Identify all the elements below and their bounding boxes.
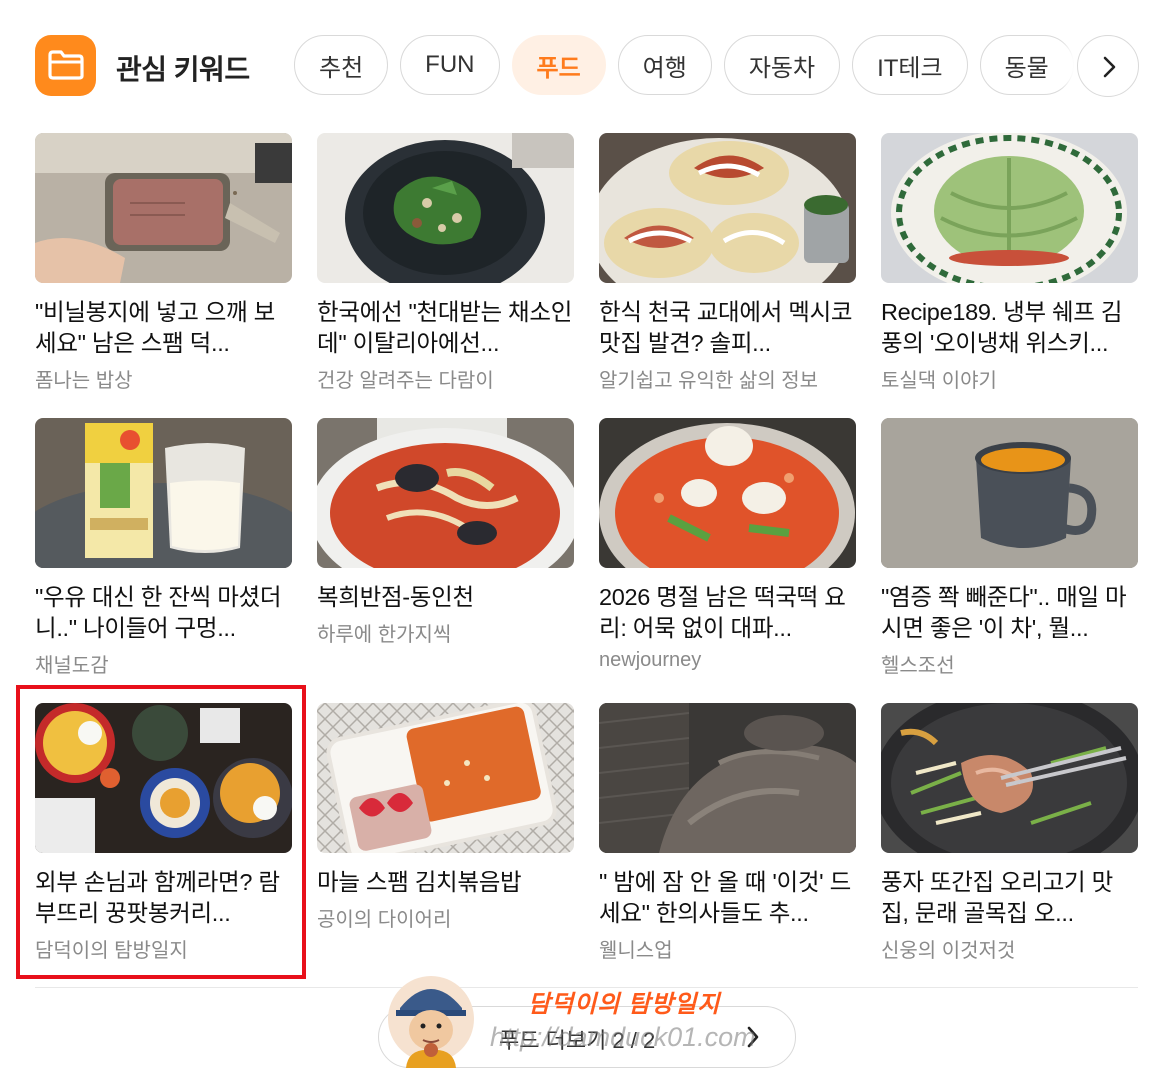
card-title[interactable]: 한식 천국 교대에서 멕시코 맛집 발견? 솔피... xyxy=(599,297,857,359)
tea-cup-photo xyxy=(881,418,1138,568)
article-card[interactable]: 마늘 스팸 김치볶음밥 공이의 다이어리 xyxy=(317,703,575,963)
card-title[interactable]: 마늘 스팸 김치볶음밥 xyxy=(317,867,575,898)
card-source: 신웅의 이것저것 xyxy=(881,940,1016,962)
chip-next-button[interactable] xyxy=(1077,35,1139,97)
article-card[interactable]: 복희반점-동인천 하루에 한가지씩 xyxy=(317,418,575,678)
tacos-photo xyxy=(599,133,856,283)
chip-car[interactable]: 자동차 xyxy=(723,35,841,95)
chip-fun[interactable]: FUN xyxy=(400,35,500,95)
tteokbokki-photo xyxy=(599,418,856,568)
article-card[interactable]: " 밤에 잠 안 올 때 '이것' 드세요" 한의사들도 추... 웰니스업 xyxy=(599,703,857,963)
chip-food[interactable]: 푸드 xyxy=(511,35,606,95)
card-title[interactable]: " 밤에 잠 안 올 때 '이것' 드세요" 한의사들도 추... xyxy=(599,867,857,929)
card-source: 공이의 다이어리 xyxy=(317,909,452,931)
card-title[interactable]: Recipe189. 냉부 쉐프 김풍의 '오이냉채 위스키... xyxy=(881,297,1139,359)
chevron-right-icon xyxy=(1103,56,1116,78)
chip-recommend[interactable]: 추천 xyxy=(294,35,389,95)
card-title[interactable]: 한국에선 "천대받는 채소인데" 이탈리아에선... xyxy=(317,297,575,359)
card-source: 웰니스업 xyxy=(599,940,673,962)
chip-animal[interactable]: 동물 xyxy=(979,35,1074,95)
canned-meat-photo xyxy=(35,133,292,283)
card-title[interactable]: 복희반점-동인천 xyxy=(317,582,575,613)
article-card[interactable]: 한식 천국 교대에서 멕시코 맛집 발견? 솔피... 알기쉽고 유익한 삶의 … xyxy=(599,133,857,393)
article-card[interactable]: 한국에선 "천대받는 채소인데" 이탈리아에선... 건강 알려주는 다람이 xyxy=(317,133,575,393)
category-chips: 추천 FUN 푸드 여행 자동차 IT테크 동물 xyxy=(294,35,1074,97)
article-card[interactable]: Recipe189. 냉부 쉐프 김풍의 '오이냉채 위스키... 토실댁 이야… xyxy=(881,133,1139,393)
card-source: 헬스조선 xyxy=(881,655,955,677)
article-card[interactable]: "비닐봉지에 넣고 으깨 보세요" 남은 스팸 덕... 폼나는 밥상 xyxy=(35,133,293,393)
bed-blanket-photo xyxy=(599,703,856,853)
card-source: 폼나는 밥상 xyxy=(35,370,133,392)
cucumber-dome-photo xyxy=(881,133,1138,283)
chip-travel[interactable]: 여행 xyxy=(617,35,712,95)
card-source: 하루에 한가지씩 xyxy=(317,624,452,646)
watermark-title: 담덕이의 탐방일지 xyxy=(528,991,721,1018)
highlight-box xyxy=(16,685,306,979)
article-card[interactable]: 2026 명절 남은 떡국떡 요리: 어묵 없이 대파... newjourne… xyxy=(599,418,857,678)
article-card[interactable]: "우유 대신 한 잔씩 마셨더니.." 나이들어 구멍... 채널도감 xyxy=(35,418,293,678)
duck-grill-photo xyxy=(881,703,1138,853)
card-source: 알기쉽고 유익한 삶의 정보 xyxy=(599,370,819,392)
article-card[interactable]: "염증 쫙 빼준다".. 매일 마시면 좋은 '이 차', 뭘... 헬스조선 xyxy=(881,418,1139,678)
soy-milk-photo xyxy=(35,418,292,568)
card-source: 건강 알려주는 다람이 xyxy=(317,370,494,392)
card-title[interactable]: "비닐봉지에 넣고 으깨 보세요" 남은 스팸 덕... xyxy=(35,297,293,359)
jjamppong-photo xyxy=(317,418,574,568)
watermark-url: http://damduck01.com xyxy=(490,1022,756,1052)
chip-it-tech[interactable]: IT테크 xyxy=(852,35,968,95)
herb-salad-bowl-photo xyxy=(317,133,574,283)
article-card[interactable]: 풍자 또간집 오리고기 맛집, 문래 골목집 오... 신웅의 이것저것 xyxy=(881,703,1139,963)
lunchbox-photo xyxy=(317,703,574,853)
keyword-header: 관심 키워드 추천 FUN 푸드 여행 자동차 IT테크 동물 xyxy=(0,0,1174,132)
card-source: newjourney xyxy=(599,649,702,671)
card-title[interactable]: 풍자 또간집 오리고기 맛집, 문래 골목집 오... xyxy=(881,867,1139,929)
card-title[interactable]: "우유 대신 한 잔씩 마셨더니.." 나이들어 구멍... xyxy=(35,582,293,644)
section-title: 관심 키워드 xyxy=(116,54,250,85)
watermark-avatar xyxy=(388,970,474,1068)
card-title[interactable]: "염증 쫙 빼준다".. 매일 마시면 좋은 '이 차', 뭘... xyxy=(881,582,1139,644)
card-source: 채널도감 xyxy=(35,655,109,677)
card-source: 토실댁 이야기 xyxy=(881,370,997,392)
card-title[interactable]: 2026 명절 남은 떡국떡 요리: 어묵 없이 대파... xyxy=(599,582,857,644)
folder-icon xyxy=(35,35,96,96)
